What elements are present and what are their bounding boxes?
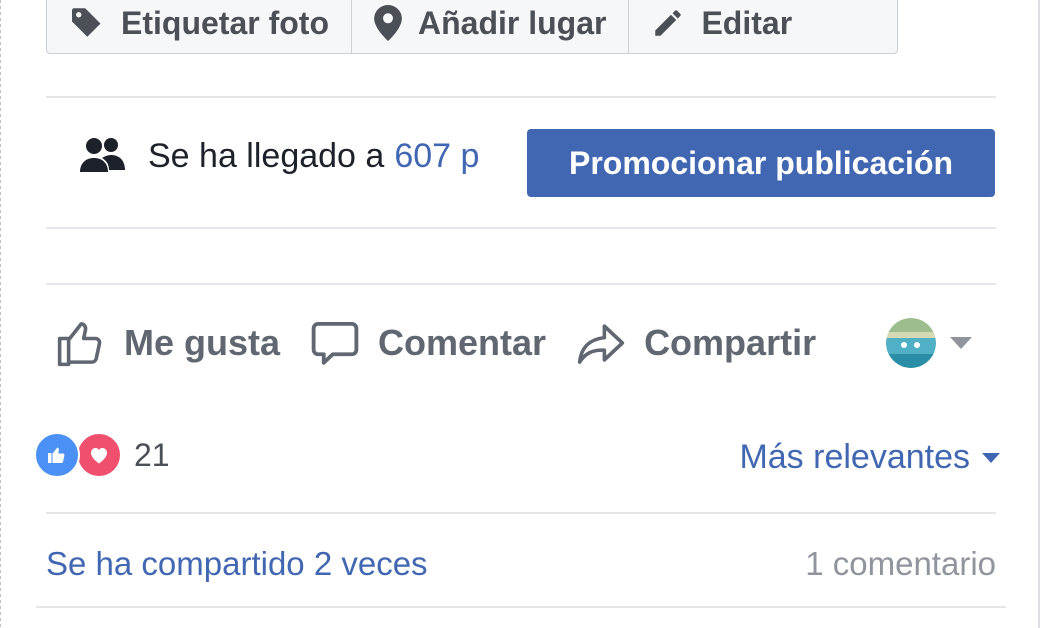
reactions-summary[interactable]: 21 — [34, 432, 170, 478]
tag-icon — [72, 8, 101, 37]
divider — [36, 606, 1006, 608]
add-place-button[interactable]: Añadir lugar — [350, 0, 628, 53]
promote-post-button[interactable]: Promocionar publicación — [527, 129, 995, 197]
chevron-down-icon — [982, 452, 1000, 463]
share-label: Compartir — [644, 322, 817, 363]
like-label: Me gusta — [124, 322, 281, 363]
avatar — [886, 318, 936, 368]
left-border — [0, 0, 1, 628]
edit-button[interactable]: Editar — [628, 0, 814, 53]
tag-photo-label: Etiquetar foto — [121, 4, 329, 41]
comment-button[interactable]: Comentar — [308, 316, 546, 370]
reach-summary: Se ha llegado a 607 p — [80, 136, 479, 176]
comment-bubble-icon — [311, 321, 359, 365]
map-pin-icon — [374, 5, 402, 41]
shares-link[interactable]: Se ha compartido 2 veces — [46, 545, 428, 583]
tag-photo-button[interactable]: Etiquetar foto — [47, 0, 351, 53]
comment-sort-dropdown[interactable]: Más relevantes — [739, 438, 1000, 477]
comment-label: Comentar — [378, 322, 547, 363]
photo-toolbar: Etiquetar foto Añadir lugar Editar — [46, 0, 898, 54]
pencil-icon — [655, 10, 682, 36]
post-as-selector[interactable] — [886, 318, 972, 368]
like-thumb-icon — [57, 322, 102, 367]
comments-count-link[interactable]: 1 comentario — [805, 545, 996, 583]
sort-label: Más relevantes — [739, 438, 970, 476]
add-place-label: Añadir lugar — [417, 4, 607, 41]
reaction-count: 21 — [134, 436, 170, 473]
love-reaction-icon — [76, 432, 122, 478]
divider — [46, 512, 996, 514]
share-arrow-icon — [577, 324, 625, 364]
reach-prefix: Se ha llegado a — [148, 136, 385, 175]
share-button[interactable]: Compartir — [574, 316, 816, 370]
chevron-down-icon — [950, 337, 972, 349]
post-action-bar: Me gusta Comentar Compartir — [54, 312, 844, 374]
divider — [46, 283, 996, 285]
edit-label: Editar — [701, 4, 793, 41]
like-reaction-icon — [34, 432, 80, 478]
reach-count-link[interactable]: 607 p — [394, 137, 479, 176]
people-icon — [80, 136, 126, 176]
divider — [46, 227, 996, 229]
divider — [46, 96, 996, 98]
like-button[interactable]: Me gusta — [54, 316, 280, 370]
